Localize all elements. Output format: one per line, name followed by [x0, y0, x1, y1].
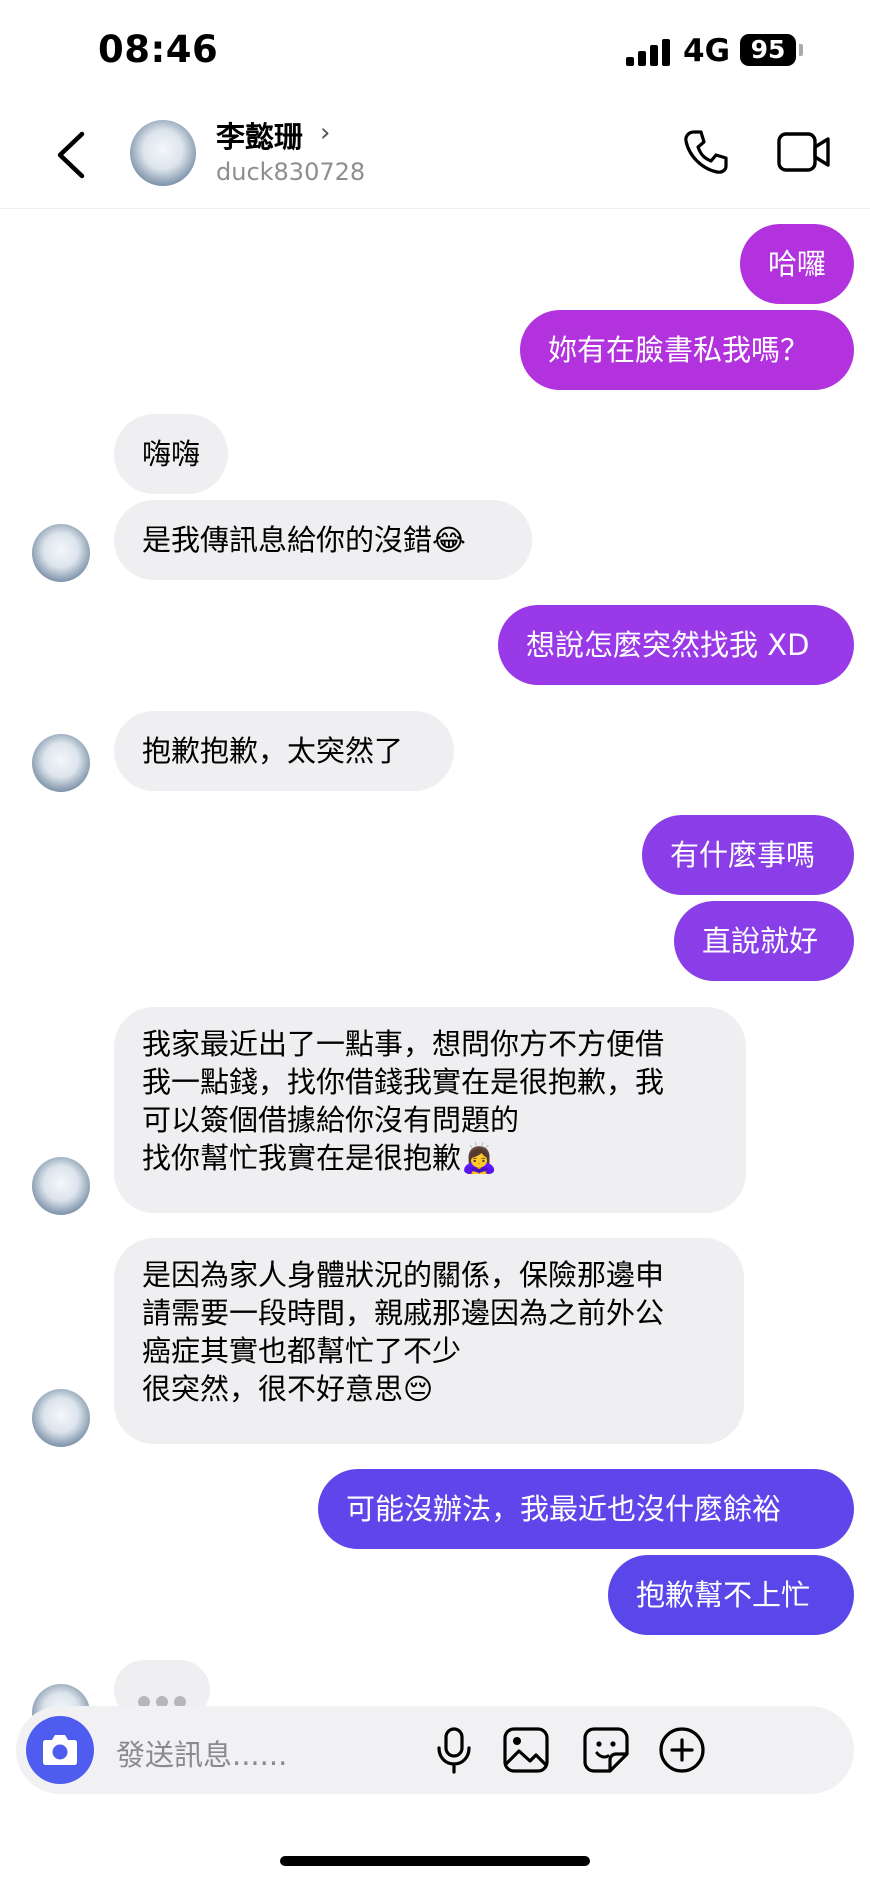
message-bubble-outgoing[interactable]: 直說就好: [674, 901, 854, 981]
emoji-pensive: 😔: [403, 1372, 434, 1406]
status-time: 08:46: [98, 28, 219, 71]
message-line: 我一點錢，找你借錢我實在是很抱歉，我: [142, 1065, 665, 1099]
message-bubble-outgoing[interactable]: 有什麼事嗎: [642, 815, 854, 895]
message-bubble-incoming[interactable]: 抱歉抱歉，太突然了: [114, 711, 454, 791]
microphone-icon[interactable]: [428, 1724, 480, 1776]
sender-avatar[interactable]: [32, 1157, 90, 1215]
message-bubble-outgoing[interactable]: 抱歉幫不上忙: [608, 1555, 854, 1635]
sender-avatar[interactable]: [32, 1389, 90, 1447]
message-bubble-outgoing[interactable]: 哈囉: [740, 224, 854, 304]
emoji-laughing: 😂: [432, 523, 466, 557]
message-line: 可以簽個借據給你沒有問題的: [142, 1103, 520, 1137]
message-line: 請需要一段時間，親戚那邊因為之前外公: [142, 1296, 665, 1330]
message-bubble-incoming[interactable]: 是因為家人身體狀況的關係，保險那邊申 請需要一段時間，親戚那邊因為之前外公 癌症…: [114, 1238, 744, 1444]
plus-icon[interactable]: [656, 1724, 708, 1776]
message-line: 很突然，很不好意思: [142, 1372, 404, 1406]
message-line: 我家最近出了一點事，想問你方不方便借: [142, 1027, 665, 1061]
battery-tip: [799, 44, 803, 56]
signal-icon: [626, 38, 670, 66]
sticker-icon[interactable]: [580, 1724, 632, 1776]
contact-avatar[interactable]: [130, 120, 196, 186]
battery-icon: 95: [740, 34, 796, 66]
message-bubble-incoming[interactable]: 我家最近出了一點事，想問你方不方便借 我一點錢，找你借錢我實在是很抱歉，我 可以…: [114, 1007, 746, 1213]
camera-icon: [43, 1735, 77, 1765]
emoji-bowing: 🙇‍♀️: [461, 1141, 498, 1175]
message-bubble-outgoing[interactable]: 可能沒辦法，我最近也沒什麼餘裕: [318, 1469, 854, 1549]
chat-header: 李懿珊 › duck830728: [0, 100, 870, 209]
network-type: 4G: [683, 33, 731, 69]
message-bubble-outgoing[interactable]: 想說怎麼突然找我 XD: [498, 605, 854, 685]
message-composer: 發送訊息......: [16, 1706, 854, 1794]
sender-avatar[interactable]: [32, 524, 90, 582]
contact-username: duck830728: [216, 158, 366, 186]
camera-button[interactable]: [26, 1716, 94, 1784]
status-bar: 08:46 4G 95: [0, 0, 870, 100]
home-indicator: [280, 1856, 590, 1866]
message-line: 找你幫忙我實在是很抱歉: [142, 1141, 462, 1175]
message-text: 是我傳訊息給你的沒錯: [142, 523, 433, 557]
back-arrow-icon[interactable]: [52, 128, 92, 182]
chevron-right-icon[interactable]: ›: [320, 118, 330, 148]
message-input[interactable]: 發送訊息......: [116, 1732, 287, 1774]
sender-avatar[interactable]: [32, 734, 90, 792]
contact-name[interactable]: 李懿珊: [216, 114, 303, 156]
image-icon[interactable]: [500, 1724, 552, 1776]
message-bubble-outgoing[interactable]: 妳有在臉書私我嗎？: [520, 310, 854, 390]
message-bubble-incoming[interactable]: 是我傳訊息給你的沒錯😂: [114, 500, 532, 580]
message-line: 癌症其實也都幫忙了不少: [142, 1334, 462, 1368]
video-camera-icon[interactable]: [776, 130, 832, 174]
phone-icon[interactable]: [682, 128, 730, 176]
message-line: 是因為家人身體狀況的關係，保險那邊申: [142, 1258, 665, 1292]
message-bubble-incoming[interactable]: 嗨嗨: [114, 414, 228, 494]
